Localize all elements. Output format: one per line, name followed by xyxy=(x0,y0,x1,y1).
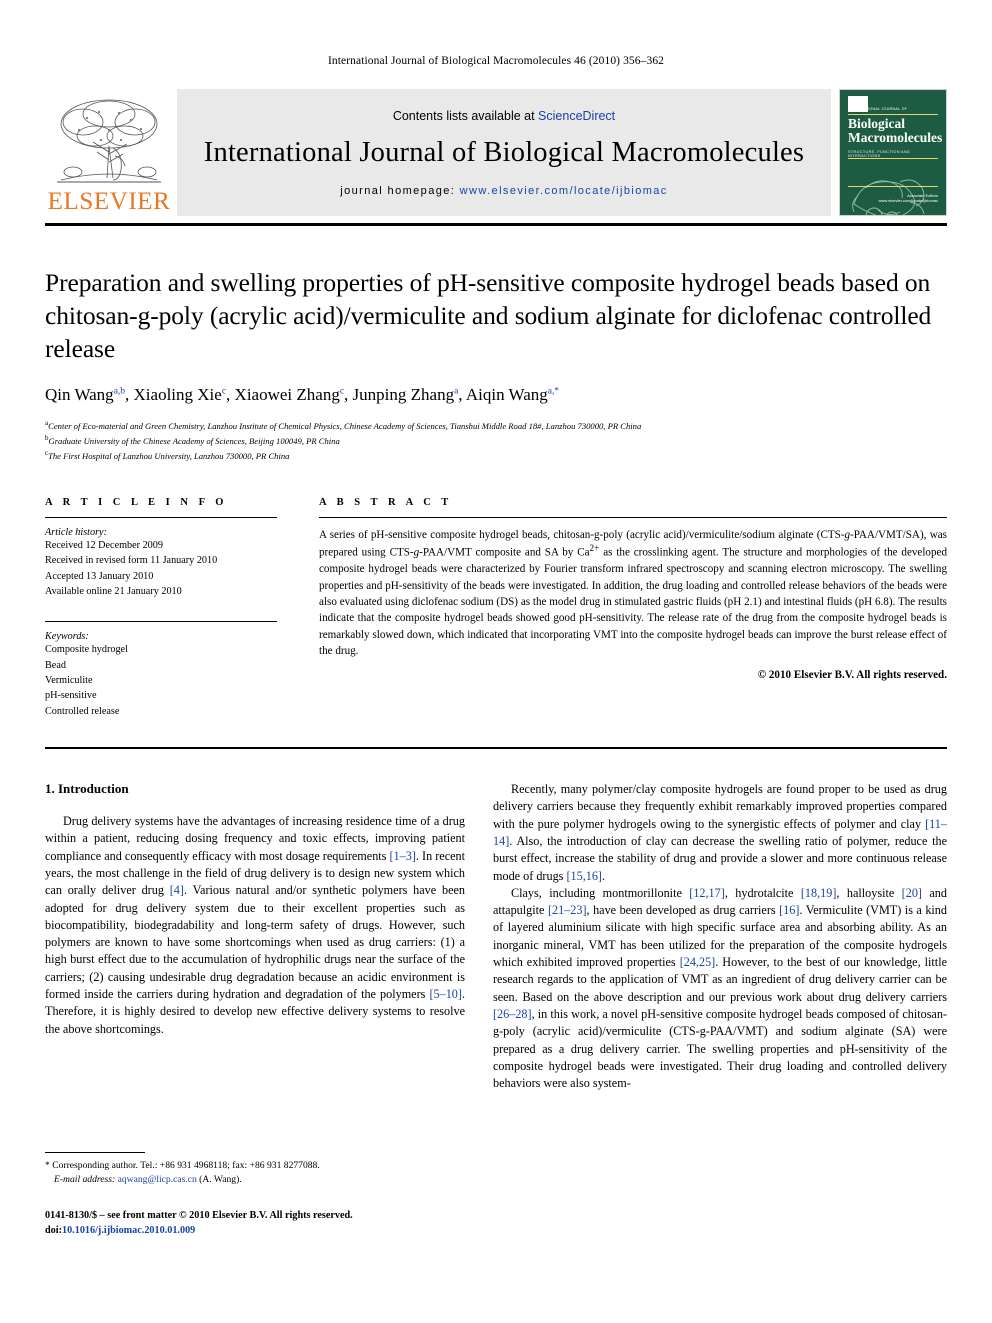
article-history-list: Received 12 December 2009 Received in re… xyxy=(45,538,277,599)
keyword-item: pH-sensitive xyxy=(45,690,97,702)
affiliation-b: bGraduate University of the Chinese Acad… xyxy=(45,433,947,448)
abstract-column: A B S T R A C T A series of pH-sensitive… xyxy=(319,497,947,719)
affiliation-text-a: Center of Eco-material and Green Chemist… xyxy=(48,421,642,432)
history-item: Accepted 13 January 2010 xyxy=(45,570,154,582)
journal-article-page: International Journal of Biological Macr… xyxy=(0,0,992,1323)
abstract-bottom-divider xyxy=(45,746,947,749)
history-item: Received in revised form 11 January 2010 xyxy=(45,555,218,567)
abstract-heading: A B S T R A C T xyxy=(319,497,453,509)
history-item: Received 12 December 2009 xyxy=(45,540,163,552)
history-item: Available online 21 January 2010 xyxy=(45,586,182,598)
issn-copyright-footer: 0141-8130/$ – see front matter © 2010 El… xyxy=(45,1209,353,1236)
elsevier-tree-icon xyxy=(57,99,161,183)
journal-masthead: ELSEVIER Contents lists available at Sci… xyxy=(45,89,947,216)
article-info-column: A R T I C L E I N F O Article history: R… xyxy=(45,497,277,719)
body-column-right: Recently, many polymer/clay composite hy… xyxy=(493,781,947,1093)
abstract-copyright: © 2010 Elsevier B.V. All rights reserved… xyxy=(757,669,947,682)
body-columns: 1. Introduction Drug delivery systems ha… xyxy=(45,781,947,1093)
cover-footer: Associate Editors www.elsevier.com/locat… xyxy=(879,193,938,203)
abstract-body: A series of pH-sensitive composite hydro… xyxy=(319,529,947,657)
footnote-area: * Corresponding author. Tel.: +86 931 49… xyxy=(45,1152,465,1238)
keyword-item: Composite hydrogel xyxy=(45,644,128,656)
journal-cover-thumbnail: INTERNATIONAL JOURNAL OF Biological Macr… xyxy=(839,89,947,216)
keyword-item: Controlled release xyxy=(45,705,120,717)
page-title: Preparation and swelling properties of p… xyxy=(45,268,932,364)
cover-journal-name: Biological Macromolecules xyxy=(848,116,943,145)
contents-prefix: Contents lists available at xyxy=(392,108,539,123)
abstract-divider xyxy=(319,517,947,519)
affiliation-text-c: The First Hospital of Lanzhou University… xyxy=(48,451,290,462)
keywords-label: Keywords: xyxy=(45,631,89,643)
keywords-divider xyxy=(45,621,277,623)
journal-homepage-line: journal homepage: www.elsevier.com/locat… xyxy=(340,185,667,197)
cover-subtitle: STRUCTURE, FUNCTION AND INTERACTIONS xyxy=(848,150,911,158)
elsevier-wordmark: ELSEVIER xyxy=(47,188,171,215)
intro-paragraph: Recently, many polymer/clay composite hy… xyxy=(493,781,947,883)
contents-available-line: Contents lists available at ScienceDirec… xyxy=(393,109,615,123)
title-block: Preparation and swelling properties of p… xyxy=(45,266,947,463)
cover-top-line: INTERNATIONAL JOURNAL OF xyxy=(848,107,908,111)
homepage-url-link[interactable]: www.elsevier.com/locate/ijbiomac xyxy=(460,185,668,197)
affiliation-a: aCenter of Eco-material and Green Chemis… xyxy=(45,418,947,433)
cover-name-line1: Biological xyxy=(848,116,905,131)
journal-band: Contents lists available at ScienceDirec… xyxy=(177,89,831,216)
article-info-divider xyxy=(45,517,277,519)
cover-name-line2: Macromolecules xyxy=(848,129,943,145)
keyword-item: Vermiculite xyxy=(45,674,93,686)
homepage-prefix: journal homepage: xyxy=(340,184,460,197)
sciencedirect-link[interactable]: ScienceDirect xyxy=(538,109,615,123)
footnote-rule xyxy=(45,1152,145,1153)
affiliation-list: aCenter of Eco-material and Green Chemis… xyxy=(45,418,947,463)
keywords-block: Keywords: Composite hydrogel Bead Vermic… xyxy=(45,631,277,718)
info-abstract-section: A R T I C L E I N F O Article history: R… xyxy=(45,497,947,719)
section-heading-introduction: 1. Introduction xyxy=(45,780,129,796)
affiliation-c: cThe First Hospital of Lanzhou Universit… xyxy=(45,448,947,463)
journal-title: International Journal of Biological Macr… xyxy=(203,136,805,168)
article-info-heading: A R T I C L E I N F O xyxy=(45,497,228,509)
keywords-list: Composite hydrogel Bead Vermiculite pH-s… xyxy=(45,642,277,718)
cover-rule-bottom xyxy=(848,186,938,187)
intro-paragraph: Clays, including montmorillonite [12,17]… xyxy=(493,885,947,1091)
affiliation-text-b: Graduate University of the Chinese Acade… xyxy=(48,436,340,447)
cover-molecule-illustration xyxy=(852,179,925,215)
cover-footer-line2: www.elsevier.com/locate/ijbiomac xyxy=(878,197,938,203)
intro-paragraph: Drug delivery systems have the advantage… xyxy=(45,813,465,1036)
running-head: International Journal of Biological Macr… xyxy=(327,55,665,67)
author-list: Qin Wanga,b, Xiaoling Xiec, Xiaowei Zhan… xyxy=(45,385,560,405)
body-column-left: 1. Introduction Drug delivery systems ha… xyxy=(45,781,465,1093)
elsevier-logo: ELSEVIER xyxy=(45,89,173,216)
keyword-item: Bead xyxy=(45,659,66,671)
article-history-label: Article history: xyxy=(45,527,107,539)
masthead-divider xyxy=(45,223,947,226)
corresponding-author-footnote: * Corresponding author. Tel.: +86 931 49… xyxy=(45,1160,320,1185)
cover-rule-top xyxy=(848,114,938,115)
